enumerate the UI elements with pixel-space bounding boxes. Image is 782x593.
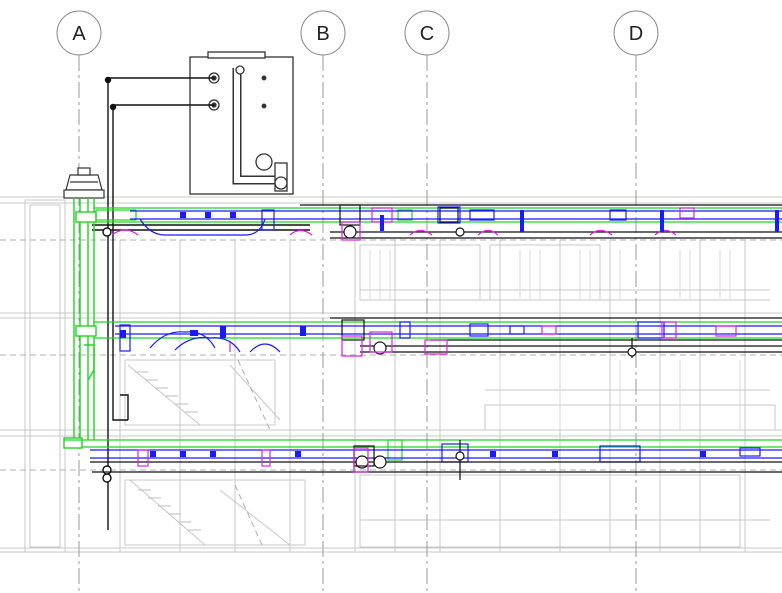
grid-bubble-a[interactable]: A: [56, 10, 102, 56]
grid-bubble-c[interactable]: C: [404, 10, 450, 56]
air-handler-unit-icon[interactable]: [189, 51, 294, 195]
ghost-structure: [0, 196, 782, 553]
duct-run-middle[interactable]: [94, 317, 782, 358]
grid-bubble-label-b: B: [316, 23, 329, 45]
grid-bubble-label-c: C: [420, 23, 434, 45]
duct-run-lower[interactable]: [64, 439, 782, 480]
supply-duct-riser[interactable]: [63, 198, 97, 449]
grid-bubble-d[interactable]: D: [613, 10, 659, 56]
grid-bubble-label-a: A: [72, 23, 86, 45]
duct-run-upper[interactable]: [94, 204, 782, 241]
grid-lines: [78, 55, 637, 593]
exhaust-fan-hood-icon[interactable]: [63, 167, 105, 199]
grid-bubble-b[interactable]: B: [300, 10, 346, 56]
mep-section-drawing: A B C D: [0, 10, 782, 593]
grid-bubble-label-d: D: [629, 23, 643, 45]
